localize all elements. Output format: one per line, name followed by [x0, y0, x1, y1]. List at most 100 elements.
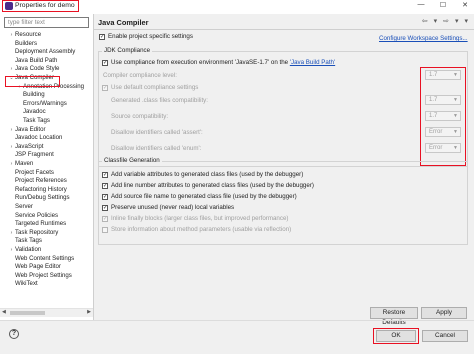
scroll-left-icon[interactable]: ◀ [2, 309, 6, 315]
preference-tree: › Resource Builders Deployment Assembly Java… [0, 31, 93, 307]
tree-expander-icon[interactable]: › [8, 65, 15, 74]
use-env-checkbox[interactable]: ✓ [102, 60, 108, 66]
classfile-option-label: Store information about method parameter… [111, 226, 292, 233]
tree-item[interactable]: Service Policies [8, 212, 58, 221]
tree-item[interactable]: Javadoc [16, 108, 46, 117]
help-icon[interactable]: ? [9, 329, 19, 339]
scroll-thumb[interactable] [10, 311, 45, 315]
restore-defaults-button[interactable]: Restore Defaults [370, 307, 418, 326]
combo-highlight [420, 67, 466, 166]
tree-expander-icon[interactable]: › [8, 31, 15, 40]
page-title: Java Compiler [98, 18, 149, 27]
cancel-button[interactable]: Cancel [422, 330, 468, 342]
tree-item[interactable]: › Maven [8, 160, 34, 169]
tree-item[interactable]: › JavaScript [8, 143, 44, 152]
apply-button[interactable]: Apply [421, 307, 467, 319]
tree-item[interactable]: › Java Code Style [8, 65, 60, 74]
tree-item[interactable]: › Java Editor [8, 125, 46, 135]
tree-expander-icon[interactable]: › [8, 246, 15, 255]
tree-item-label: Deployment Assembly [15, 48, 76, 56]
tree-item-label: Javadoc Location [15, 134, 63, 142]
tree-expander-icon[interactable]: › [8, 143, 15, 152]
tree-item-label: Java Code Style [15, 65, 60, 73]
tree-item[interactable]: Web Page Editor [8, 263, 61, 272]
jdk-compliance-legend: JDK Compliance [102, 47, 153, 54]
classfile-option-checkbox[interactable] [102, 227, 108, 233]
tree-item[interactable]: Web Content Settings [8, 255, 74, 264]
tree-item-label: WikiText [15, 280, 38, 288]
tree-item[interactable]: › Task Repository [8, 228, 59, 238]
tree-item[interactable]: Errors/Warnings [16, 100, 67, 109]
tree-expander-icon[interactable]: › [8, 229, 15, 238]
classfile-option-checkbox[interactable]: ✓ [102, 194, 108, 200]
classfile-option-checkbox[interactable]: ✓ [102, 172, 108, 178]
classfile-option-checkbox[interactable]: ✓ [102, 216, 108, 222]
tree-item[interactable]: Run/Debug Settings [8, 194, 70, 203]
tree-item[interactable]: › Validation [8, 246, 42, 255]
title-bar: Properties for demo — ☐ ✕ [0, 0, 474, 14]
scroll-right-icon[interactable]: ▶ [87, 309, 91, 315]
tree-item[interactable]: Project Facets [8, 169, 54, 178]
enable-specific-checkbox[interactable]: ✓ [99, 34, 105, 40]
back-menu-icon[interactable]: ▾ [434, 17, 438, 25]
tree-item-label: Validation [15, 246, 42, 253]
tree-item-label: Project Facets [15, 168, 54, 176]
horizontal-scrollbar[interactable]: ◀ ▶ [0, 308, 93, 317]
use-default-checkbox[interactable]: ✓ [102, 85, 108, 91]
tree-item-label: Task Tags [23, 117, 50, 124]
enum-label: Disallow identifiers called 'enum': [111, 145, 202, 152]
tree-item[interactable]: Task Tags [8, 237, 42, 246]
selection-highlight [5, 76, 60, 87]
tree-item[interactable]: Builders [8, 40, 37, 49]
tree-item[interactable]: Deployment Assembly [8, 48, 75, 57]
tree-item[interactable]: Server [8, 203, 33, 212]
classfile-option-checkbox[interactable]: ✓ [102, 205, 108, 211]
eclipse-app-icon [5, 2, 13, 10]
content-pane: Java Compiler ⇦ ▾ ⇨ ▾ ▾ ✓ Enable project… [94, 14, 474, 326]
view-menu-icon[interactable]: ▾ [464, 17, 468, 25]
tree-item-label: Refactoring History [15, 185, 67, 193]
back-icon[interactable]: ⇦ [422, 17, 428, 25]
tree-item-label: Java Editor [15, 125, 46, 133]
tree-item-label: Server [15, 203, 33, 210]
forward-menu-icon[interactable]: ▾ [455, 17, 459, 25]
tree-item[interactable]: Building [16, 91, 45, 100]
tree-item-label: Web Page Editor [15, 263, 61, 271]
maximize-button[interactable]: ☐ [438, 1, 448, 9]
tree-expander-icon[interactable]: › [8, 160, 15, 169]
classfile-option-label: Add line number attributes to generated … [111, 182, 314, 189]
tree-item[interactable]: Targeted Runtimes [8, 220, 66, 229]
tree-item-label: Task Repository [15, 228, 59, 236]
tree-item-label: Errors/Warnings [23, 99, 67, 107]
tree-expander-icon[interactable]: › [8, 126, 15, 135]
compliance-level-label: Compiler compliance level: [103, 72, 177, 79]
tree-item-label: Service Policies [15, 211, 59, 219]
tree-item[interactable]: Refactoring History [8, 186, 67, 195]
tree-item[interactable]: Web Project Settings [8, 272, 72, 281]
classfile-option-label: Add variable attributes to generated cla… [111, 171, 304, 178]
tree-item[interactable]: Javadoc Location [8, 134, 62, 143]
use-default-label: Use default compliance settings [111, 84, 199, 91]
classfile-legend: Classfile Generation [102, 157, 162, 164]
java-build-path-link[interactable]: 'Java Build Path' [290, 59, 335, 66]
tree-item[interactable]: WikiText [8, 280, 38, 289]
tree-item[interactable]: Project References [8, 177, 67, 186]
tree-item[interactable]: Java Build Path [8, 57, 57, 66]
tree-item-label: Maven [15, 160, 34, 167]
tree-item[interactable]: › Resource [8, 31, 41, 40]
classfile-option-label: Inline finally blocks (larger class file… [111, 215, 289, 222]
ok-highlight [373, 328, 419, 344]
tree-item[interactable]: JSP Fragment [8, 151, 54, 160]
configure-workspace-link[interactable]: Configure Workspace Settings... [379, 35, 468, 42]
tree-item-label: Builders [15, 39, 38, 47]
forward-icon[interactable]: ⇨ [443, 17, 449, 25]
filter-input[interactable]: type filter text [4, 17, 89, 28]
tree-item[interactable]: Task Tags [16, 117, 50, 126]
close-button[interactable]: ✕ [460, 1, 470, 9]
tree-item-label: Javadoc [23, 108, 46, 116]
tree-item-label: Building [23, 91, 45, 99]
tree-item-label: Run/Debug Settings [15, 194, 70, 202]
minimize-button[interactable]: — [416, 1, 426, 9]
enable-specific-label: Enable project specific settings [108, 33, 193, 40]
classfile-option-checkbox[interactable]: ✓ [102, 183, 108, 189]
